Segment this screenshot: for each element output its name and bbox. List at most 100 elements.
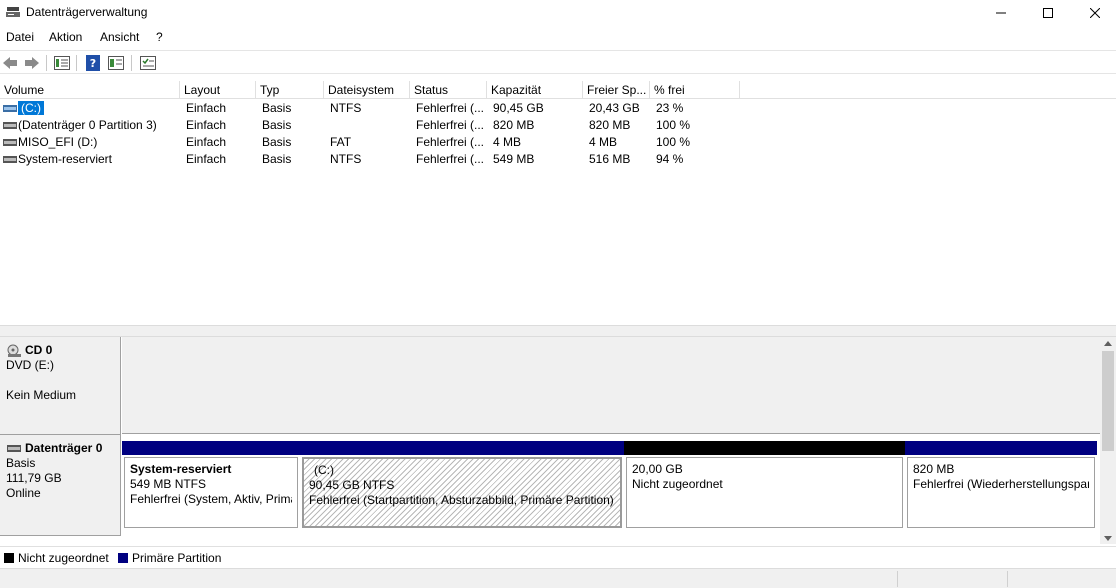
partition-status: Fehlerfrei (Startpartition, Absturzabbil… xyxy=(309,493,614,507)
rescan-button[interactable] xyxy=(139,54,157,72)
help-icon: ? xyxy=(86,55,100,71)
cd0-partition-area xyxy=(122,337,1100,434)
volume-name: System-reserviert xyxy=(18,152,113,166)
menu-help[interactable]: ? xyxy=(156,30,163,44)
column-header-capacity[interactable]: Kapazität xyxy=(487,81,583,99)
legend-label: Nicht zugeordnet xyxy=(18,551,109,565)
table-row[interactable]: (C:) Einfach Basis NTFS Fehlerfrei (... … xyxy=(0,100,1116,117)
forward-button[interactable] xyxy=(23,54,41,72)
partition-size: 549 MB NTFS xyxy=(130,477,207,491)
disk0-partition-area: System-reserviert 549 MB NTFS Fehlerfrei… xyxy=(122,435,1100,536)
disk-view-scrollbar[interactable] xyxy=(1100,337,1116,544)
legend-swatch xyxy=(118,553,128,563)
disk-name: CD 0 xyxy=(25,343,53,357)
scroll-up-button[interactable] xyxy=(1100,337,1116,349)
disk-drive-letter: DVD (E:) xyxy=(6,358,54,372)
layout-cell: Einfach xyxy=(186,101,227,115)
scroll-up-icon xyxy=(1104,340,1112,346)
partition-title: System-reserviert xyxy=(130,462,232,476)
status-cell: Fehlerfrei (... xyxy=(416,118,485,132)
volume-name: (Datenträger 0 Partition 3) xyxy=(18,118,157,132)
close-button[interactable] xyxy=(1072,0,1116,26)
status-cell: Fehlerfrei (... xyxy=(416,135,485,149)
menu-bar: Datei Aktion Ansicht ? xyxy=(0,28,1116,48)
filesystem-cell: FAT xyxy=(330,135,352,149)
type-cell: Basis xyxy=(262,118,292,132)
status-cell: Fehlerfrei (... xyxy=(416,101,485,115)
capacity-cell: 4 MB xyxy=(493,135,522,149)
partition-status: Fehlerfrei (System, Aktiv, Primä xyxy=(130,492,292,506)
partition-c-drive[interactable]: (C:) 90,45 GB NTFS Fehlerfrei (Startpart… xyxy=(300,441,624,528)
table-row[interactable]: (Datenträger 0 Partition 3) Einfach Basi… xyxy=(0,117,1116,134)
layout-cell: Einfach xyxy=(186,118,227,132)
partition-system-reserved[interactable]: System-reserviert 549 MB NTFS Fehlerfrei… xyxy=(122,441,300,528)
disk-name: Datenträger 0 xyxy=(25,441,103,455)
partition-size: 20,00 GB xyxy=(632,462,683,476)
hard-disk-icon xyxy=(7,444,21,452)
partition-size: 90,45 GB NTFS xyxy=(309,478,395,492)
pane-splitter[interactable] xyxy=(0,325,1116,337)
type-cell: Basis xyxy=(262,152,292,166)
percent-free-cell: 94 % xyxy=(656,152,684,166)
console-tree-button[interactable] xyxy=(107,54,125,72)
menu-file[interactable]: Datei xyxy=(6,30,34,44)
capacity-cell: 820 MB xyxy=(493,118,535,132)
back-arrow-icon xyxy=(3,57,17,69)
scroll-down-icon xyxy=(1104,535,1112,541)
close-icon xyxy=(1090,8,1100,18)
layout-cell: Einfach xyxy=(186,135,227,149)
column-header-volume[interactable]: Volume xyxy=(0,81,180,99)
disk-label-disk0[interactable]: Datenträger 0 Basis 111,79 GB Online xyxy=(0,435,121,536)
capacity-cell: 549 MB xyxy=(493,152,535,166)
partition-unallocated[interactable]: 20,00 GB Nicht zugeordnet xyxy=(624,441,905,528)
table-row[interactable]: System-reserviert Einfach Basis NTFS Feh… xyxy=(0,151,1116,168)
cd-drive-icon xyxy=(7,344,21,357)
column-header-free-space[interactable]: Freier Sp... xyxy=(583,81,650,99)
menu-action[interactable]: Aktion xyxy=(49,30,82,44)
free-space-cell: 4 MB xyxy=(589,135,618,149)
column-header-status[interactable]: Status xyxy=(410,81,487,99)
maximize-icon xyxy=(1043,8,1053,18)
toolbar-separator xyxy=(46,55,47,71)
partition-color-bar xyxy=(300,441,624,455)
percent-free-cell: 23 % xyxy=(656,101,684,115)
properties-icon xyxy=(54,56,70,70)
column-header-layout[interactable]: Layout xyxy=(180,81,256,99)
free-space-cell: 20,43 GB xyxy=(589,101,640,115)
volume-icon xyxy=(3,105,17,112)
scrollbar-thumb[interactable] xyxy=(1102,351,1114,451)
disk-management-app-icon xyxy=(6,7,20,17)
capacity-cell: 90,45 GB xyxy=(493,101,544,115)
volume-icon xyxy=(3,139,17,146)
volume-icon xyxy=(3,122,17,129)
disk-label-cd0[interactable]: CD 0 DVD (E:) Kein Medium xyxy=(0,337,121,435)
percent-free-cell: 100 % xyxy=(656,135,691,149)
disk-type: Basis xyxy=(6,456,36,470)
help-button[interactable]: ? xyxy=(84,54,102,72)
status-cell: Fehlerfrei (... xyxy=(416,152,485,166)
filesystem-cell: NTFS xyxy=(330,101,362,115)
percent-free-cell: 100 % xyxy=(656,118,691,132)
window-title: Datenträgerverwaltung xyxy=(26,5,148,19)
legend-item-unallocated: Nicht zugeordnet xyxy=(4,551,109,565)
column-header-percent-free[interactable]: % frei xyxy=(650,81,740,99)
column-header-filesystem[interactable]: Dateisystem xyxy=(324,81,410,99)
back-button[interactable] xyxy=(1,54,19,72)
partition-recovery[interactable]: 820 MB Fehlerfrei (Wiederherstellungspar… xyxy=(905,441,1097,528)
menu-view[interactable]: Ansicht xyxy=(100,30,139,44)
toolbar-separator xyxy=(131,55,132,71)
legend-swatch xyxy=(4,553,14,563)
scroll-down-button[interactable] xyxy=(1100,532,1116,544)
minimize-button[interactable] xyxy=(978,0,1024,26)
maximize-button[interactable] xyxy=(1025,0,1071,26)
table-row[interactable]: MISO_EFI (D:) Einfach Basis FAT Fehlerfr… xyxy=(0,134,1116,151)
title-bar: Datenträgerverwaltung xyxy=(0,0,1116,26)
partition-status: Nicht zugeordnet xyxy=(632,477,723,491)
status-pane xyxy=(897,571,1007,587)
column-header-type[interactable]: Typ xyxy=(256,81,324,99)
layout-cell: Einfach xyxy=(186,152,227,166)
partition-color-bar xyxy=(122,441,300,455)
properties-button[interactable] xyxy=(53,54,71,72)
volume-list: Volume Layout Typ Dateisystem Status Kap… xyxy=(0,81,1116,325)
volume-name: MISO_EFI (D:) xyxy=(18,135,98,149)
